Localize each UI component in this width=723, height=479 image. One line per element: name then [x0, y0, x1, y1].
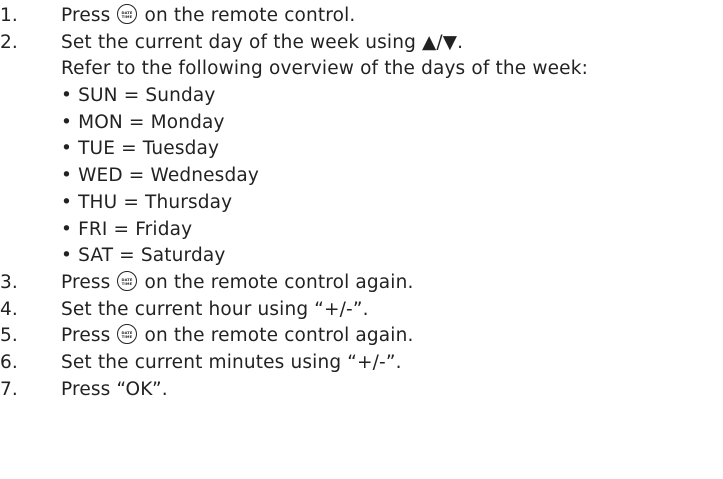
- step-text-post: on the remote control again.: [138, 325, 414, 347]
- step-3: 3. Press DATE TIME on the remote control …: [0, 270, 723, 297]
- step-text-pre: Press: [61, 325, 117, 347]
- day-item: • THU = Thursday: [0, 190, 723, 217]
- day-item: • SUN = Sunday: [0, 83, 723, 110]
- step-number: 4.: [0, 298, 18, 320]
- svg-text:TIME: TIME: [122, 15, 133, 19]
- step-number: 6.: [0, 351, 18, 373]
- step-5: 5. Press DATE TIME on the remote control …: [0, 323, 723, 350]
- instructions-list: 1. Press DATE TIME on the remote control.…: [0, 3, 723, 403]
- step-7: 7. Press “OK”.: [0, 377, 723, 404]
- step-number: 3.: [0, 271, 18, 293]
- step-text: Set the current day of the week using ▲/…: [61, 31, 464, 53]
- step-text-post: on the remote control.: [138, 5, 356, 26]
- step-text: Refer to the following overview of the d…: [61, 58, 588, 80]
- step-6: 6. Set the current minutes using “+/-”.: [0, 350, 723, 377]
- step-2: 2. Set the current day of the week using…: [0, 30, 723, 57]
- step-2-intro: Refer to the following overview of the d…: [0, 56, 723, 83]
- step-text: Press “OK”.: [61, 378, 168, 400]
- day-text: • SUN = Sunday: [61, 85, 216, 107]
- day-item: • FRI = Friday: [0, 217, 723, 244]
- day-text: • WED = Wednesday: [61, 165, 259, 187]
- step-text: Set the current minutes using “+/-”.: [61, 351, 402, 373]
- step-4: 4. Set the current hour using “+/-”.: [0, 297, 723, 324]
- day-text: • MON = Monday: [61, 111, 225, 133]
- day-item: • TUE = Tuesday: [0, 136, 723, 163]
- step-text-pre: Press: [61, 5, 117, 26]
- svg-text:TIME: TIME: [122, 282, 133, 286]
- step-number: 5.: [0, 325, 18, 347]
- step-text-post: on the remote control again.: [138, 271, 414, 293]
- step-text: Set the current hour using “+/-”.: [61, 298, 369, 320]
- date-time-button-icon: DATE TIME: [117, 270, 138, 291]
- day-text: • TUE = Tuesday: [61, 138, 220, 160]
- step-number: 7.: [0, 378, 18, 400]
- date-time-button-icon: DATE TIME: [117, 4, 138, 24]
- step-text-pre: Press: [61, 271, 117, 293]
- date-time-button-icon: DATE TIME: [117, 324, 138, 345]
- day-text: • THU = Thursday: [61, 191, 233, 213]
- svg-text:TIME: TIME: [122, 335, 133, 339]
- step-number: 1.: [0, 5, 18, 26]
- day-item: • WED = Wednesday: [0, 163, 723, 190]
- day-text: • FRI = Friday: [61, 218, 193, 240]
- step-number: 2.: [0, 31, 18, 53]
- day-item: • SAT = Saturday: [0, 243, 723, 270]
- day-item: • MON = Monday: [0, 110, 723, 137]
- day-text: • SAT = Saturday: [61, 245, 226, 267]
- step-1: 1. Press DATE TIME on the remote control.: [0, 3, 723, 30]
